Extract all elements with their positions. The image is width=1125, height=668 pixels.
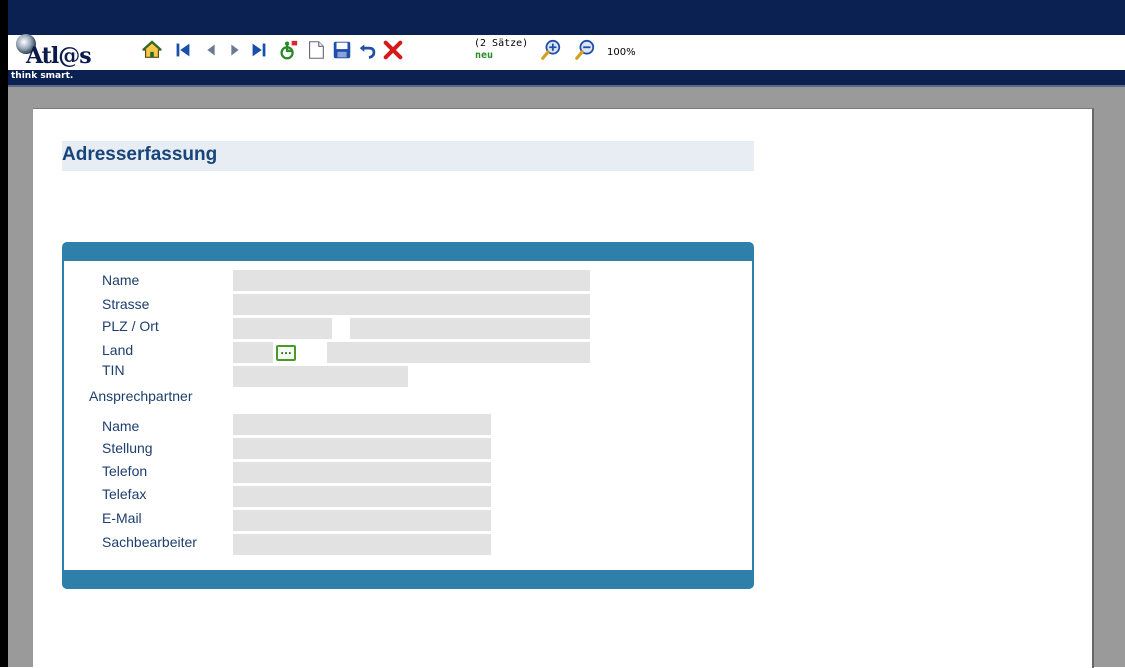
phone-field[interactable] (233, 462, 491, 483)
clerk-field[interactable] (233, 534, 491, 555)
new-document-icon[interactable] (304, 38, 328, 62)
contact-name-field[interactable] (233, 414, 491, 435)
phone-label: Telefon (102, 463, 148, 479)
tin-label: TIN (102, 362, 125, 378)
fax-label: Telefax (102, 486, 147, 502)
window-frame (0, 0, 8, 667)
fax-field[interactable] (233, 486, 491, 507)
zoom-in-icon[interactable] (539, 38, 563, 62)
page-title: Adresserfassung (62, 144, 218, 165)
position-field[interactable] (233, 438, 491, 459)
email-label: E-Mail (102, 510, 142, 526)
city-field[interactable] (350, 318, 590, 339)
tagline: think smart. (11, 71, 74, 81)
undo-icon[interactable] (356, 38, 380, 62)
country-lookup-button[interactable]: ... (276, 345, 296, 361)
last-record-icon[interactable] (247, 38, 271, 62)
name-field[interactable] (233, 270, 590, 291)
title-bar (8, 0, 1125, 35)
help-accessibility-icon[interactable] (276, 38, 300, 62)
save-icon[interactable] (330, 38, 354, 62)
position-label: Stellung (102, 440, 153, 456)
panel-header (62, 242, 754, 261)
clerk-label: Sachbearbeiter (102, 534, 197, 550)
zip-city-label: PLZ / Ort (102, 318, 159, 334)
contact-section-label: Ansprechpartner (89, 388, 193, 404)
record-count: (2 Sätze) (474, 38, 529, 49)
home-icon[interactable] (140, 38, 164, 62)
street-field[interactable] (233, 294, 590, 315)
first-record-icon[interactable] (171, 38, 195, 62)
tagline-bar: think smart. (8, 70, 1125, 87)
panel-footer (62, 570, 754, 589)
record-status: neu (475, 50, 494, 61)
tin-field[interactable] (233, 366, 408, 387)
next-record-icon[interactable] (223, 38, 247, 62)
previous-record-icon[interactable] (199, 38, 223, 62)
app-logo: Atl@s (26, 43, 92, 69)
email-field[interactable] (233, 510, 491, 531)
delete-icon[interactable] (381, 38, 405, 62)
name-label: Name (102, 272, 140, 288)
country-name-field[interactable] (327, 342, 590, 363)
country-code-field[interactable] (233, 342, 273, 363)
zip-field[interactable] (233, 318, 332, 339)
country-label: Land (102, 342, 134, 358)
zoom-level: 100% (607, 47, 636, 58)
contact-name-label: Name (102, 418, 140, 434)
street-label: Strasse (102, 296, 150, 312)
zoom-out-icon[interactable] (573, 38, 597, 62)
